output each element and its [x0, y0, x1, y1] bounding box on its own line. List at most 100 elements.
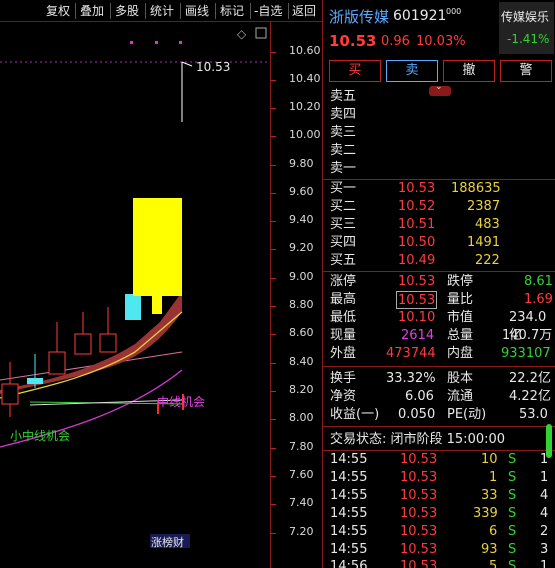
buy-level-volume: 483 [475, 217, 500, 232]
candlestick-chart[interactable]: ◇ 10.53 中线机会 小中线机会 涨榜财 [0, 22, 270, 568]
cancel-order-button[interactable]: 撤 [443, 60, 495, 82]
collapse-toggle[interactable]: ⌄ [429, 82, 451, 96]
buy-level-label: 买一 [330, 181, 357, 196]
toolbar-fuquan-button[interactable]: 复权 [46, 2, 70, 20]
stat-label: 净资 [330, 389, 357, 404]
divider [323, 426, 555, 427]
stat-label: 跌停 [447, 274, 474, 289]
stat-label: 内盘 [447, 346, 474, 361]
small-middle-annotation: 小中线机会 [10, 428, 70, 443]
sector-name: 传媒娱乐 [501, 10, 550, 24]
divider [323, 179, 555, 180]
tick-time: 14:55 [330, 542, 368, 557]
current-price: 10.53 [329, 32, 377, 50]
sell-button[interactable]: 卖 [386, 60, 438, 82]
stat-label: 总量 [447, 328, 474, 343]
footer-badge: 涨榜财 [151, 535, 184, 549]
price-tick: 10.00 [289, 128, 321, 141]
toolbar-stats-button[interactable]: 统计 [150, 2, 174, 20]
tick-count: 2 [540, 524, 549, 539]
tick-time: 14:55 [330, 488, 368, 503]
stat-label: 现量 [330, 328, 357, 343]
price-tick: 10.60 [289, 44, 321, 57]
tick-time: 14:55 [330, 452, 368, 467]
tick-count: 4 [540, 488, 549, 503]
price-axis: 10.60 10.40 10.20 10.00 9.80 9.60 9.40 9… [270, 22, 322, 568]
candles-up [1, 307, 117, 417]
tick-side: S [508, 542, 517, 557]
net-asset-value: 6.06 [405, 389, 434, 404]
tick-volume: 339 [473, 506, 498, 521]
price-tick: 8.40 [289, 355, 314, 368]
stat-label: 涨停 [330, 274, 357, 289]
middle-line-annotation: 中线机会 [157, 394, 205, 409]
total-volume-value: 140.7万 [502, 328, 553, 343]
market-cap-value: 234.0亿 [509, 310, 547, 343]
price-tick: 8.60 [289, 326, 314, 339]
tick-count: 3 [540, 542, 549, 557]
tick-volume: 6 [489, 524, 498, 539]
chart-toolbar: 复权 叠加 多股 统计 画线 标记 -自选 返回 [0, 0, 322, 22]
price-tick: 10.40 [289, 72, 321, 85]
quote-panel: 浙版传媒 601921 000 传媒娱乐 -1.41% 10.53 0.96 1… [322, 0, 555, 568]
buy-level-volume: 2387 [467, 199, 501, 214]
tick-volume: 33 [481, 488, 498, 503]
equity-value: 22.2亿 [509, 371, 551, 386]
divider [323, 366, 555, 367]
price-tick: 9.80 [289, 157, 314, 170]
inner-volume-value: 933107 [501, 346, 551, 361]
tick-volume: 10 [481, 452, 498, 467]
alert-button[interactable]: 警 [500, 60, 552, 82]
toolbar-divider [145, 3, 146, 19]
buy-level-price: 10.49 [398, 253, 436, 268]
eps-value: 0.050 [398, 407, 436, 422]
sector-box[interactable]: 传媒娱乐 -1.41% [499, 2, 554, 54]
signal-dot [155, 41, 158, 44]
toolbar-draw-button[interactable]: 画线 [185, 2, 209, 20]
tick-count: 4 [540, 506, 549, 521]
candle-down [125, 294, 141, 320]
current-volume-value: 2614 [401, 328, 435, 343]
toolbar-watchlist-button[interactable]: -自选 [254, 2, 282, 20]
tick-price: 10.53 [400, 559, 438, 568]
pe-value: 53.0 [519, 407, 548, 422]
scrollbar-thumb[interactable] [546, 424, 552, 458]
stat-label: PE(动) [447, 407, 487, 422]
diamond-icon: ◇ [237, 27, 247, 41]
stat-label: 股本 [447, 371, 474, 386]
tick-count: 1 [540, 470, 549, 485]
divider [323, 271, 555, 272]
buy-level-label: 买二 [330, 199, 357, 214]
stat-label: 换手 [330, 371, 357, 386]
toolbar-mark-button[interactable]: 标记 [220, 2, 244, 20]
buy-level-label: 买三 [330, 217, 357, 232]
toolbar-overlay-button[interactable]: 叠加 [80, 2, 104, 20]
price-tick: 9.20 [289, 241, 314, 254]
tick-side: S [508, 506, 517, 521]
buy-button[interactable]: 买 [329, 60, 381, 82]
price-tick: 8.80 [289, 298, 314, 311]
buy-level-volume: 222 [475, 253, 500, 268]
limit-down-value: 8.61 [524, 274, 553, 289]
toolbar-divider [250, 3, 251, 19]
price-tick: 8.00 [289, 411, 314, 424]
turnover-value: 33.32% [386, 371, 436, 386]
stock-code: 601921 [393, 8, 447, 24]
tick-time: 14:55 [330, 524, 368, 539]
high-arrow [181, 61, 193, 67]
outer-volume-value: 473744 [386, 346, 436, 361]
toolbar-multi-stock-button[interactable]: 多股 [115, 2, 139, 20]
window-box-icon [255, 27, 267, 39]
price-change: 0.96 [381, 34, 410, 49]
toolbar-back-button[interactable]: 返回 [292, 2, 316, 20]
price-change-pct: 10.03% [416, 34, 466, 49]
tick-side: S [508, 559, 517, 568]
sector-change: -1.41% [507, 32, 550, 46]
stat-label: 市值 [447, 310, 474, 325]
stock-name[interactable]: 浙版传媒 [329, 6, 389, 27]
tick-count: 1 [540, 559, 549, 568]
stat-label: 流通 [447, 389, 474, 404]
price-tick: 9.00 [289, 270, 314, 283]
chevron-down-icon: ⌄ [435, 82, 443, 92]
price-tick: 9.40 [289, 213, 314, 226]
